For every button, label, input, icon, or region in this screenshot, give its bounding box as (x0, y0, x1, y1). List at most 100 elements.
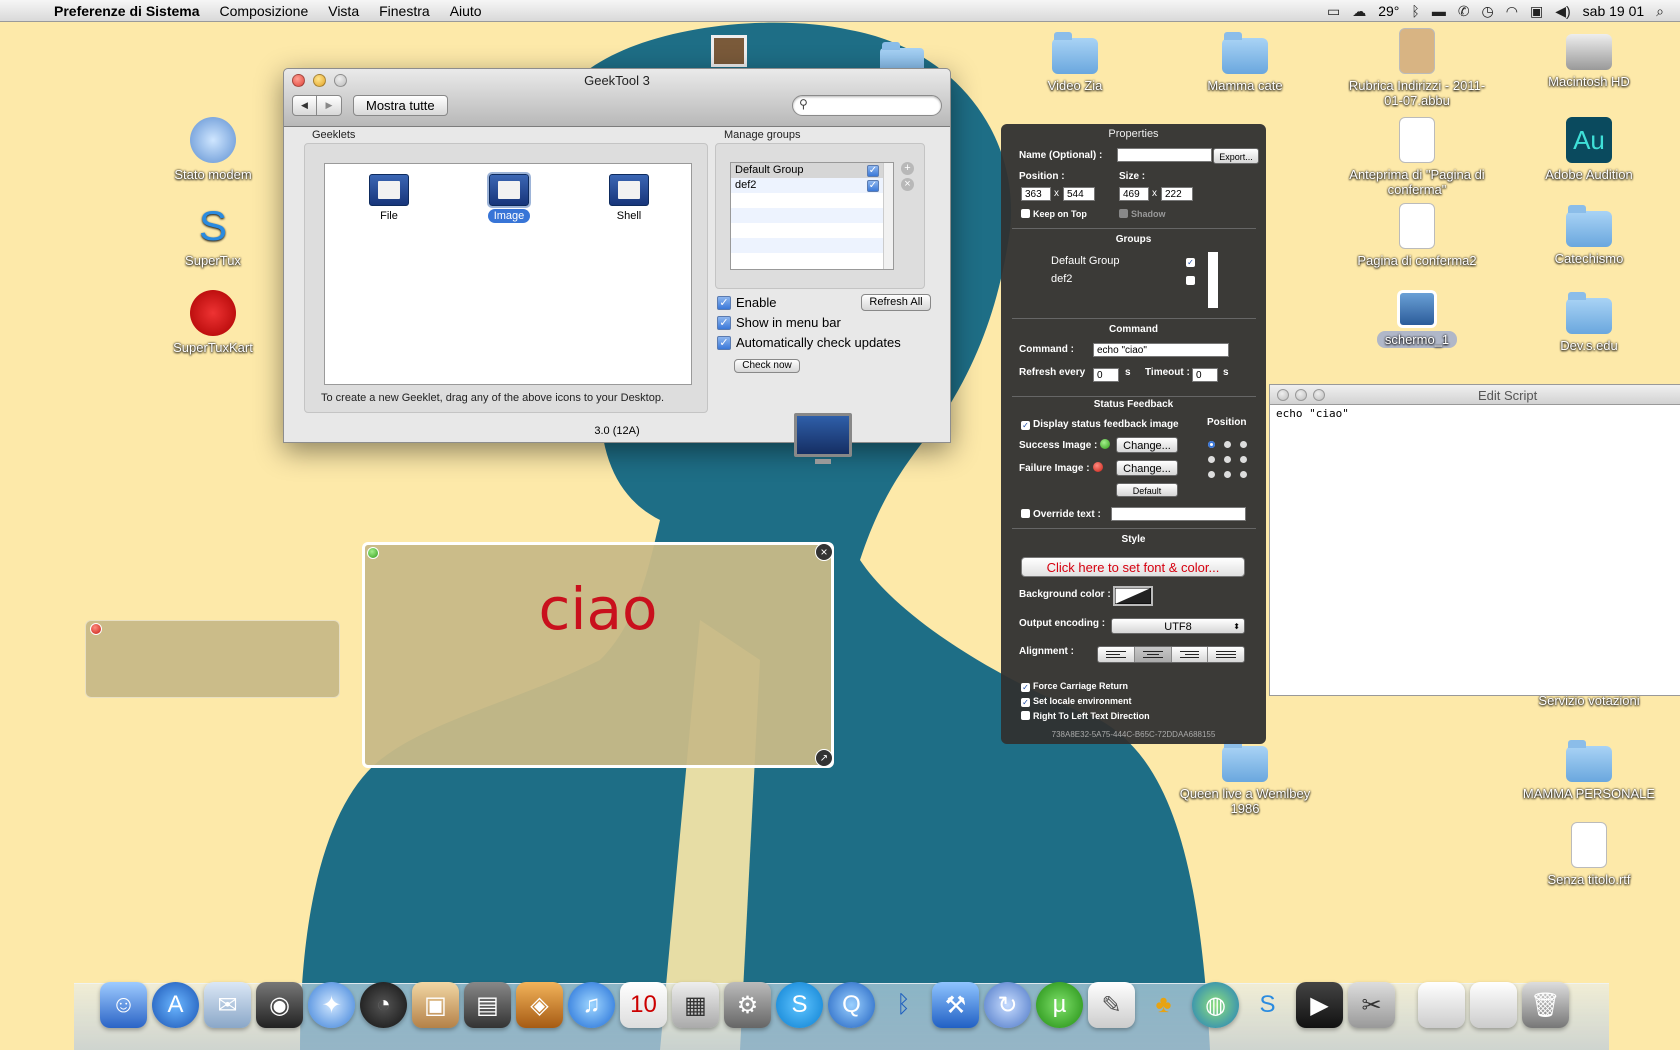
bg-color-well[interactable] (1113, 586, 1153, 606)
geeklet-small-box[interactable] (85, 620, 340, 698)
position-dot-mid-left[interactable] (1208, 456, 1215, 463)
screen-mirror-icon[interactable]: ▬ (1432, 2, 1446, 20)
timeout-field[interactable]: 0 (1192, 368, 1218, 382)
menu-finestra[interactable]: Finestra (369, 3, 440, 19)
desktop-icon-anteprima[interactable]: Anteprima di "Pagina di conferma" (1342, 117, 1492, 197)
dashboard-icon[interactable]: ◔ (360, 982, 407, 1028)
back-button[interactable]: ◀ (292, 95, 317, 116)
show-in-menu-bar-checkbox[interactable]: ✓ Show in menu bar (717, 315, 841, 330)
position-dot-top-center[interactable] (1224, 441, 1231, 448)
globe-icon[interactable]: ◍ (1192, 982, 1239, 1028)
geeklet-type-shell[interactable]: Shell (589, 174, 669, 222)
script-editor[interactable]: echo "ciao" (1270, 405, 1680, 422)
success-change-button[interactable]: Change... (1116, 437, 1178, 453)
close-geeklet-icon[interactable]: × (815, 543, 833, 561)
iphoto-icon[interactable]: ▣ (412, 982, 459, 1028)
xcode-icon[interactable]: ⚒ (932, 982, 979, 1028)
default-image-button[interactable]: Default (1116, 483, 1178, 497)
failure-change-button[interactable]: Change... (1116, 460, 1178, 476)
group-row-def2[interactable]: def2 ✓ (731, 178, 893, 193)
remove-group-icon[interactable]: × (901, 178, 914, 191)
printer-icon[interactable]: ▤ (464, 982, 511, 1028)
name-field[interactable] (1117, 148, 1212, 162)
desktop-icon-pagina-conferma2[interactable]: Pagina di conferma2 (1342, 203, 1492, 268)
desktop-icon-dev-s-edu[interactable]: Dev.s.edu (1514, 290, 1664, 353)
photo-booth-icon[interactable]: ◉ (256, 982, 303, 1028)
align-right-button[interactable] (1171, 647, 1209, 662)
ical-icon[interactable]: 10 (620, 982, 667, 1028)
safari-icon[interactable]: ✦ (308, 982, 355, 1028)
desktop-icon-rubrica[interactable]: Rubrica Indirizzi - 2011-01-07.abbu (1342, 28, 1492, 108)
desktop-icon-catechismo[interactable]: Catechismo (1514, 203, 1664, 266)
weather-icon[interactable]: ☁ (1352, 2, 1366, 20)
auto-check-updates-checkbox[interactable]: ✓ Automatically check updates (717, 335, 901, 350)
app-store-icon[interactable]: A (152, 982, 199, 1028)
search-input[interactable] (815, 98, 935, 113)
group-checkbox[interactable]: ✓ (867, 165, 879, 177)
display-status-checkbox[interactable]: ✓ Display status feedback image (1021, 419, 1179, 430)
desktop-icon-adobe-audition[interactable]: Au Adobe Audition (1514, 117, 1664, 182)
menu-aiuto[interactable]: Aiuto (440, 3, 492, 19)
downloads-stack-icon[interactable] (1470, 982, 1517, 1028)
spotlight-icon[interactable]: ⌕ (1656, 2, 1664, 20)
position-dot-bottom-left[interactable] (1208, 471, 1215, 478)
force-cr-checkbox[interactable]: ✓ Force Carriage Return (1021, 681, 1128, 692)
size-w-field[interactable]: 469 (1119, 187, 1149, 201)
mail-icon[interactable]: ✉ (204, 982, 251, 1028)
desktop-icon-mamma-cate[interactable]: Mamma cate (1170, 30, 1320, 93)
supertux-icon[interactable]: S (1244, 982, 1291, 1028)
position-dot-bottom-center[interactable] (1224, 471, 1231, 478)
position-dot-mid-center[interactable] (1224, 456, 1231, 463)
photos-icon[interactable]: ◈ (516, 982, 563, 1028)
override-text-field[interactable] (1111, 507, 1246, 521)
show-all-button[interactable]: Mostra tutte (353, 95, 448, 116)
picture-frame-icon[interactable] (711, 35, 747, 67)
position-y-field[interactable]: 544 (1063, 187, 1095, 201)
align-center-button[interactable] (1134, 647, 1172, 662)
refresh-field[interactable]: 0 (1093, 368, 1119, 382)
position-dot-bottom-right[interactable] (1240, 471, 1247, 478)
tv-series-icon[interactable]: ▶ (1296, 982, 1343, 1028)
system-preferences-icon[interactable]: ⚙ (724, 982, 771, 1028)
wifi-icon[interactable]: ◠ (1506, 2, 1518, 20)
position-dot-mid-right[interactable] (1240, 456, 1247, 463)
bluetooth-icon[interactable]: ᛒ (880, 982, 927, 1028)
size-h-field[interactable]: 222 (1161, 187, 1193, 201)
keep-on-top-checkbox[interactable]: Keep on Top (1021, 209, 1087, 219)
desktop-icon-video-zia[interactable]: Video Zia (1000, 30, 1150, 93)
menu-vista[interactable]: Vista (318, 3, 369, 19)
trash-icon[interactable]: 🗑 (1522, 982, 1569, 1028)
groups-scrollbar[interactable] (1208, 252, 1218, 308)
time-machine-icon[interactable]: ◷ (1482, 2, 1494, 20)
menu-clock[interactable]: sab 19 01 (1583, 3, 1645, 19)
export-button[interactable]: Export... (1213, 148, 1259, 164)
group-item-def2[interactable]: def2 (1051, 273, 1072, 285)
utilities-icon[interactable]: ✂ (1348, 982, 1395, 1028)
temperature[interactable]: 29° (1378, 3, 1399, 19)
align-justify-button[interactable] (1208, 647, 1244, 662)
mission-control-icon[interactable]: ▦ (672, 982, 719, 1028)
minimize-window-button[interactable] (1295, 389, 1307, 401)
desktop-icon-mamma-personale[interactable]: MAMMA PERSONALE (1514, 738, 1664, 801)
skype-icon[interactable]: S (776, 982, 823, 1028)
geeklet-type-file[interactable]: File (349, 174, 429, 222)
utorrent-icon[interactable]: µ (1036, 982, 1083, 1028)
menu-composizione[interactable]: Composizione (210, 3, 319, 19)
refresh-all-button[interactable]: Refresh All (861, 294, 931, 311)
bluetooth-icon[interactable]: ᛒ (1411, 2, 1419, 20)
menu-app-name[interactable]: Preferenze di Sistema (44, 3, 210, 19)
position-dot-top-left[interactable] (1208, 441, 1215, 448)
adium-icon[interactable]: ♣ (1140, 982, 1187, 1028)
window-titlebar[interactable]: GeekTool 3 ◀ ▶ Mostra tutte ⚲ (284, 69, 950, 127)
group-row-default[interactable]: Default Group ✓ (731, 163, 893, 178)
position-dot-top-right[interactable] (1240, 441, 1247, 448)
forward-button[interactable]: ▶ (317, 95, 342, 116)
group-item-default[interactable]: Default Group (1051, 255, 1119, 267)
desktop-icon-supertux[interactable]: S SuperTux (138, 203, 288, 269)
set-font-color-button[interactable]: Click here to set font & color... (1021, 557, 1245, 577)
align-left-button[interactable] (1098, 647, 1135, 662)
position-x-field[interactable]: 363 (1021, 187, 1051, 201)
search-field[interactable]: ⚲ (792, 95, 942, 116)
desktop-icon-schermo-1[interactable]: schermo_1 (1342, 290, 1492, 348)
finder-icon[interactable]: ☺ (100, 982, 147, 1028)
